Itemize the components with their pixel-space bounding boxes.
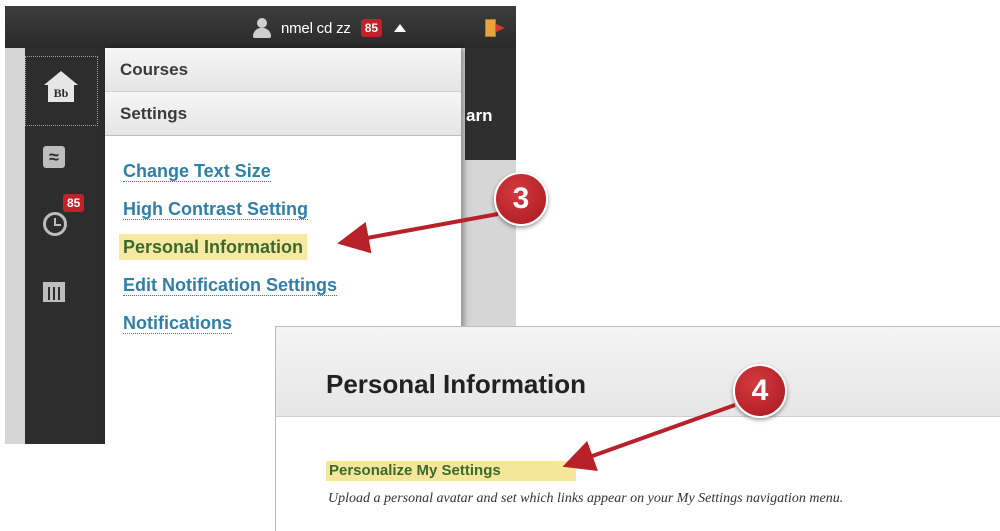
settings-links: Change Text Size High Contrast Setting P… [105, 136, 461, 342]
nav-home[interactable]: Bb [25, 56, 98, 126]
menu-item-personal-information: Personal Information [105, 228, 461, 266]
notifications-link[interactable]: Notifications [123, 313, 233, 334]
step-3-marker: 3 [494, 172, 548, 226]
edit-notification-settings-link[interactable]: Edit Notification Settings [123, 275, 337, 296]
user-icon [251, 17, 273, 39]
home-icon: Bb [44, 71, 78, 105]
user-name: nmel cd zz [281, 19, 351, 37]
personal-information-link[interactable]: Personal Information [119, 234, 308, 260]
header-strip [465, 48, 516, 160]
personal-information-screenshot: Personal Information Personalize My Sett… [275, 326, 1000, 531]
notification-badge: 85 [360, 19, 383, 37]
menu-item-high-contrast: High Contrast Setting [105, 190, 461, 228]
menu-item-edit-notification-settings: Edit Notification Settings [105, 266, 461, 304]
menu-settings[interactable]: Settings [105, 92, 461, 136]
caret-up-icon[interactable] [394, 24, 407, 32]
personalize-description: Upload a personal avatar and set which l… [328, 491, 844, 506]
high-contrast-link[interactable]: High Contrast Setting [123, 199, 308, 220]
nav-updates[interactable]: 85 [43, 194, 85, 242]
logout-icon[interactable] [485, 19, 507, 37]
personalize-my-settings-link[interactable]: Personalize My Settings [326, 461, 576, 481]
bb-logo-text: Bb [48, 84, 74, 102]
page-title: Personal Information [326, 369, 587, 399]
calendar-icon [43, 282, 65, 302]
top-bar: nmel cd zz 85 [5, 6, 516, 48]
nav-activity[interactable]: ≈ [43, 146, 79, 180]
updates-badge: 85 [63, 194, 85, 212]
user-menu[interactable]: nmel cd zz 85 [251, 14, 407, 42]
clock-icon [43, 212, 67, 236]
menu-courses[interactable]: Courses [105, 48, 461, 92]
step-4-marker: 4 [733, 364, 787, 418]
truncated-header-text: arn [466, 106, 493, 125]
waves-icon: ≈ [43, 146, 65, 168]
menu-item-change-text-size: Change Text Size [105, 152, 461, 190]
left-navigation: Bb ≈ 85 [25, 48, 105, 444]
nav-calendar[interactable] [43, 282, 79, 316]
change-text-size-link[interactable]: Change Text Size [123, 161, 271, 182]
